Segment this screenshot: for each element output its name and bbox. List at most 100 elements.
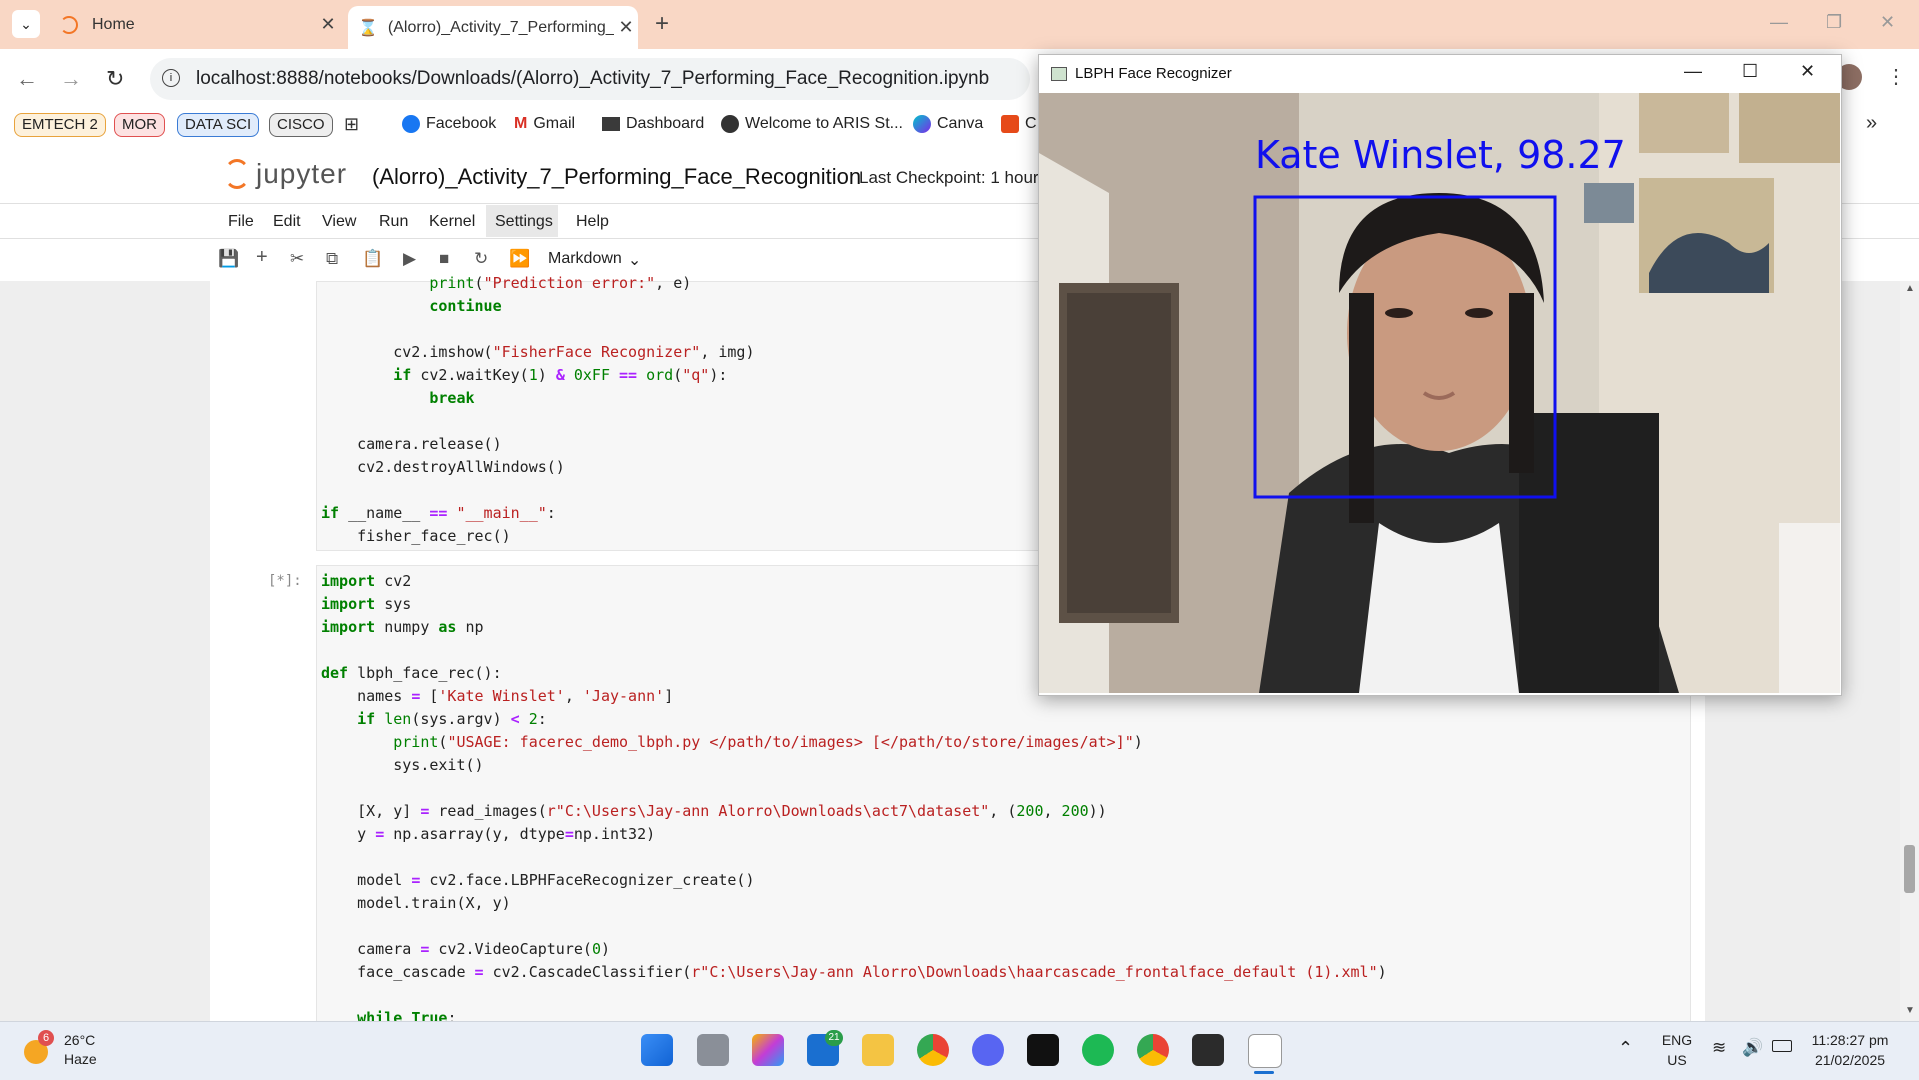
notion-icon[interactable] — [1027, 1034, 1059, 1066]
terminal-icon[interactable] — [1192, 1034, 1224, 1066]
dashboard-icon — [602, 117, 620, 131]
menu-help[interactable]: Help — [576, 213, 609, 231]
bookmarks-overflow-icon[interactable]: » — [1866, 112, 1877, 135]
lbph-window-title: LBPH Face Recognizer — [1075, 65, 1232, 82]
tab-home[interactable]: Home ✕ — [50, 6, 340, 43]
code-line: [X, y] = read_images(r"C:\Users\Jay-ann … — [321, 802, 1107, 820]
spotify-icon[interactable] — [1082, 1034, 1114, 1066]
task-view-icon[interactable] — [697, 1034, 729, 1066]
code-line: model = cv2.face.LBPHFaceRecognizer_crea… — [321, 871, 755, 889]
tab-notebook[interactable]: ⌛ (Alorro)_Activity_7_Performing_ ✕ — [348, 6, 638, 49]
minimize-icon[interactable]: — — [1770, 12, 1788, 33]
opencv-window-icon — [1051, 67, 1067, 81]
language-bottom[interactable]: US — [1660, 1052, 1694, 1068]
close-window-icon[interactable]: ✕ — [1800, 61, 1815, 82]
minimize-icon[interactable]: — — [1684, 61, 1702, 82]
code-line: y = np.asarray(y, dtype=np.int32) — [321, 825, 656, 843]
maximize-icon[interactable]: ☐ — [1742, 61, 1758, 82]
notebook-scrollbar[interactable]: ▲ ▼ — [1900, 281, 1919, 1021]
restore-icon[interactable]: ❐ — [1826, 12, 1842, 33]
tray-overflow-icon[interactable]: ⌃ — [1618, 1038, 1633, 1059]
new-tab-button[interactable]: + — [655, 10, 669, 38]
stop-icon[interactable]: ■ — [439, 249, 449, 269]
recognition-label: Kate Winslet, 98.27 — [1255, 133, 1626, 177]
tab-home-title: Home — [92, 15, 135, 33]
bookmark-dashboard[interactable]: Dashboard — [602, 115, 704, 133]
close-tab-icon[interactable]: ✕ — [614, 17, 638, 38]
volume-icon[interactable]: 🔊 — [1742, 1038, 1763, 1058]
battery-icon[interactable] — [1772, 1040, 1792, 1052]
bookmark-c[interactable]: C — [1001, 115, 1037, 133]
forward-arrow-icon[interactable]: → — [60, 66, 82, 92]
scroll-down-icon[interactable]: ▼ — [1905, 1005, 1915, 1016]
chrome-icon[interactable] — [917, 1034, 949, 1066]
bookmark-folder-emtech[interactable]: EMTECH 2 — [14, 113, 106, 137]
bookmark-folder-cisco[interactable]: CISCO — [269, 113, 333, 137]
bookmark-label: C — [1025, 115, 1037, 132]
bookmark-folder-datasci[interactable]: DATA SCI — [177, 113, 260, 137]
discord-icon[interactable] — [972, 1034, 1004, 1066]
hourglass-icon: ⌛ — [358, 19, 378, 37]
apps-grid-icon[interactable]: ⊞ — [344, 114, 359, 135]
start-windows-icon[interactable] — [641, 1034, 673, 1066]
chrome-profile-icon[interactable] — [1137, 1034, 1169, 1066]
clock-date[interactable]: 21/02/2025 — [1800, 1052, 1900, 1068]
more-menu-icon[interactable]: ⋮ — [1886, 64, 1906, 89]
weather-widget[interactable]: 6 26°C Haze — [22, 1030, 112, 1070]
save-icon[interactable]: 💾 — [218, 249, 239, 269]
menu-run[interactable]: Run — [379, 213, 408, 231]
bookmark-aris[interactable]: Welcome to ARIS St... — [721, 115, 903, 133]
code-line: face_cascade = cv2.CascadeClassifier(r"C… — [321, 963, 1387, 981]
notebook-title[interactable]: (Alorro)_Activity_7_Performing_Face_Reco… — [372, 164, 861, 190]
copy-icon[interactable]: ⧉ — [326, 249, 338, 269]
lbph-window-titlebar[interactable]: LBPH Face Recognizer — ☐ ✕ — [1039, 55, 1840, 93]
site-info-icon[interactable]: i — [162, 69, 180, 87]
restart-icon[interactable]: ↻ — [474, 249, 488, 269]
scrollbar-thumb[interactable] — [1904, 845, 1915, 893]
jupyter-favicon-icon — [60, 15, 78, 34]
code-line: camera.release() — [321, 435, 502, 453]
run-icon[interactable]: ▶ — [403, 249, 416, 269]
bookmark-gmail[interactable]: M Gmail — [514, 115, 575, 133]
active-app-indicator — [1254, 1071, 1274, 1074]
cell-type-select[interactable]: Markdown ⌄ — [548, 250, 641, 270]
copilot-icon[interactable] — [752, 1034, 784, 1066]
reload-icon[interactable]: ↻ — [106, 66, 124, 92]
bookmark-label: Canva — [937, 115, 984, 132]
scroll-up-icon[interactable]: ▲ — [1905, 283, 1915, 294]
code-block-previous: print("Prediction error:", e) continue c… — [321, 272, 755, 548]
jupyter-logo[interactable]: jupyter — [224, 158, 347, 190]
menu-settings[interactable]: Settings — [495, 213, 553, 231]
teams-badge: 21 — [825, 1030, 843, 1046]
back-arrow-icon[interactable]: ← — [16, 66, 38, 92]
last-checkpoint: Last Checkpoint: 1 hour — [859, 168, 1039, 187]
code-line: sys.exit() — [321, 756, 484, 774]
close-window-icon[interactable]: ✕ — [1880, 12, 1895, 33]
clock-time[interactable]: 11:28:27 pm — [1800, 1032, 1900, 1048]
menu-kernel[interactable]: Kernel — [429, 213, 475, 231]
wifi-icon[interactable]: ≋ — [1712, 1038, 1726, 1058]
bookmark-folder-mor[interactable]: MOR — [114, 113, 165, 137]
language-top[interactable]: ENG — [1660, 1032, 1694, 1048]
close-tab-icon[interactable]: ✕ — [316, 14, 340, 35]
paste-icon[interactable]: 📋 — [362, 249, 383, 269]
bookmark-facebook[interactable]: Facebook — [402, 115, 496, 133]
chevron-down-icon: ⌄ — [20, 16, 32, 32]
bookmark-canva[interactable]: Canva — [913, 115, 983, 133]
fast-forward-icon[interactable]: ⏩ — [509, 249, 530, 269]
menu-view[interactable]: View — [322, 213, 356, 231]
cut-icon[interactable]: ✂ — [290, 249, 304, 269]
weather-temperature: 26°C — [64, 1032, 96, 1048]
weather-badge: 6 — [38, 1030, 54, 1046]
code-line: print("USAGE: facerec_demo_lbph.py </pat… — [393, 733, 1143, 751]
menu-file[interactable]: File — [228, 213, 254, 231]
add-cell-icon[interactable]: + — [256, 246, 268, 269]
facebook-icon — [402, 115, 420, 133]
url-text: localhost:8888/notebooks/Downloads/(Alor… — [196, 68, 990, 89]
tab-search-button[interactable]: ⌄ — [12, 10, 40, 38]
file-explorer-icon[interactable] — [862, 1034, 894, 1066]
menu-edit[interactable]: Edit — [273, 213, 301, 231]
notepad-icon[interactable] — [1248, 1034, 1282, 1068]
